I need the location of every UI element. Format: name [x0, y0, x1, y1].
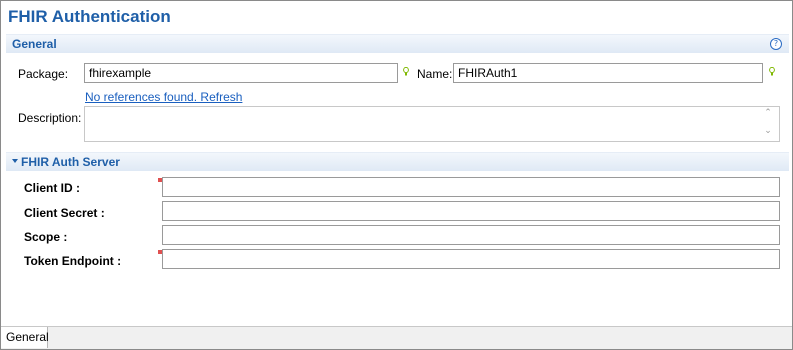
- lightbulb-icon[interactable]: [769, 67, 775, 76]
- package-field[interactable]: fhirexample: [84, 63, 398, 83]
- token-endpoint-label: Token Endpoint :: [24, 254, 122, 268]
- token-endpoint-field[interactable]: [162, 249, 780, 269]
- help-icon[interactable]: ?: [770, 38, 782, 50]
- references-refresh-link[interactable]: No references found. Refresh: [85, 90, 242, 104]
- scope-field[interactable]: [162, 225, 780, 245]
- general-section-title: General: [12, 37, 57, 51]
- client-secret-label: Client Secret :: [24, 206, 105, 220]
- auth-server-section-header[interactable]: FHIR Auth Server: [6, 152, 789, 171]
- name-field[interactable]: FHIRAuth1: [453, 63, 763, 83]
- expand-triangle-icon[interactable]: [12, 159, 18, 163]
- package-label: Package:: [18, 67, 69, 81]
- description-field[interactable]: [84, 106, 780, 142]
- client-id-label: Client ID :: [24, 181, 80, 195]
- client-secret-field[interactable]: [162, 201, 780, 221]
- description-label: Description:: [18, 111, 82, 125]
- scroll-up-icon[interactable]: ⌃: [764, 109, 772, 118]
- editor-bottom-tabs: General: [1, 326, 792, 349]
- auth-server-section-title: FHIR Auth Server: [21, 155, 120, 169]
- scroll-down-icon[interactable]: ⌄: [764, 127, 772, 136]
- general-section-header[interactable]: General ?: [6, 34, 789, 53]
- editor-title: FHIR Authentication: [8, 7, 171, 26]
- scope-label: Scope :: [24, 230, 68, 244]
- editor-frame: FHIR Authentication General ? Package: f…: [0, 0, 793, 350]
- name-label: Name:: [417, 67, 453, 81]
- client-id-field[interactable]: [162, 177, 780, 197]
- tab-general[interactable]: General: [1, 327, 49, 348]
- lightbulb-icon[interactable]: [403, 67, 409, 76]
